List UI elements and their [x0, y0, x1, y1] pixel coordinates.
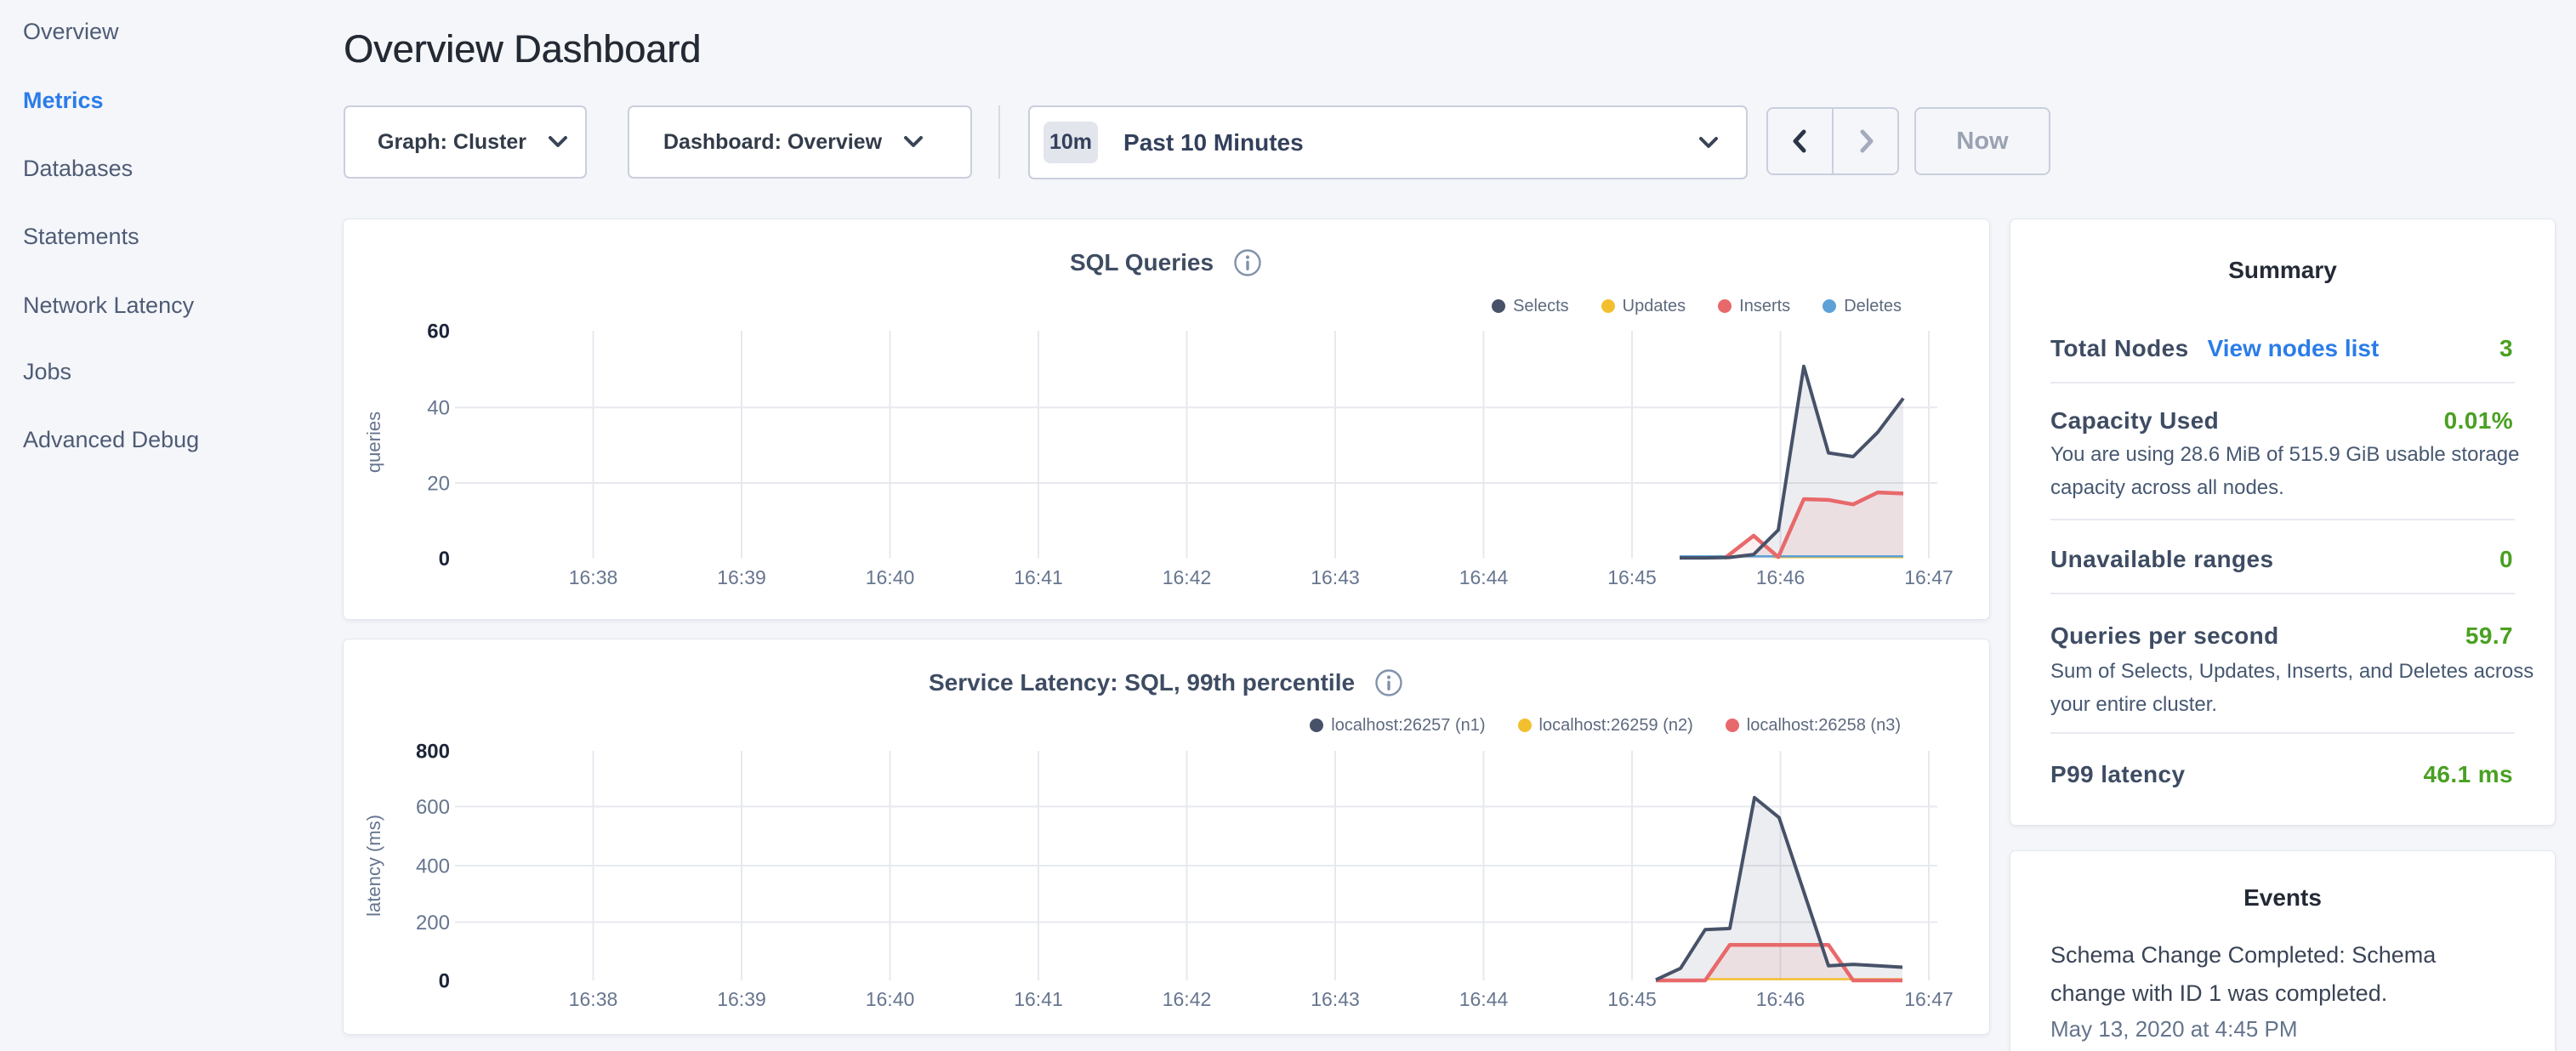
svg-text:200: 200 [416, 912, 450, 935]
svg-text:16:42: 16:42 [1163, 988, 1212, 1010]
svg-text:60: 60 [427, 321, 450, 344]
svg-text:16:43: 16:43 [1311, 566, 1360, 588]
svg-text:0: 0 [439, 548, 450, 571]
svg-text:600: 600 [416, 796, 450, 819]
svg-text:16:44: 16:44 [1459, 988, 1509, 1010]
svg-text:20: 20 [427, 473, 450, 496]
svg-text:16:44: 16:44 [1459, 566, 1509, 588]
svg-text:16:47: 16:47 [1904, 988, 1953, 1010]
svg-text:0: 0 [439, 970, 450, 993]
svg-text:400: 400 [416, 855, 450, 878]
svg-text:40: 40 [427, 397, 450, 420]
svg-text:800: 800 [416, 741, 450, 764]
svg-text:16:38: 16:38 [569, 988, 618, 1010]
svg-text:16:40: 16:40 [866, 988, 915, 1010]
svg-text:16:43: 16:43 [1311, 988, 1360, 1010]
svg-text:16:46: 16:46 [1756, 988, 1805, 1010]
svg-text:16:39: 16:39 [717, 566, 766, 588]
svg-text:16:38: 16:38 [569, 566, 618, 588]
svg-text:latency (ms): latency (ms) [363, 815, 384, 917]
svg-text:16:42: 16:42 [1163, 566, 1212, 588]
svg-text:16:45: 16:45 [1607, 566, 1657, 588]
svg-text:16:41: 16:41 [1014, 566, 1063, 588]
svg-text:16:46: 16:46 [1756, 566, 1805, 588]
svg-text:16:39: 16:39 [717, 988, 766, 1010]
svg-text:16:40: 16:40 [866, 566, 915, 588]
svg-text:16:47: 16:47 [1904, 566, 1953, 588]
svg-text:16:41: 16:41 [1014, 988, 1063, 1010]
svg-text:queries: queries [363, 412, 384, 473]
svg-text:16:45: 16:45 [1607, 988, 1657, 1010]
